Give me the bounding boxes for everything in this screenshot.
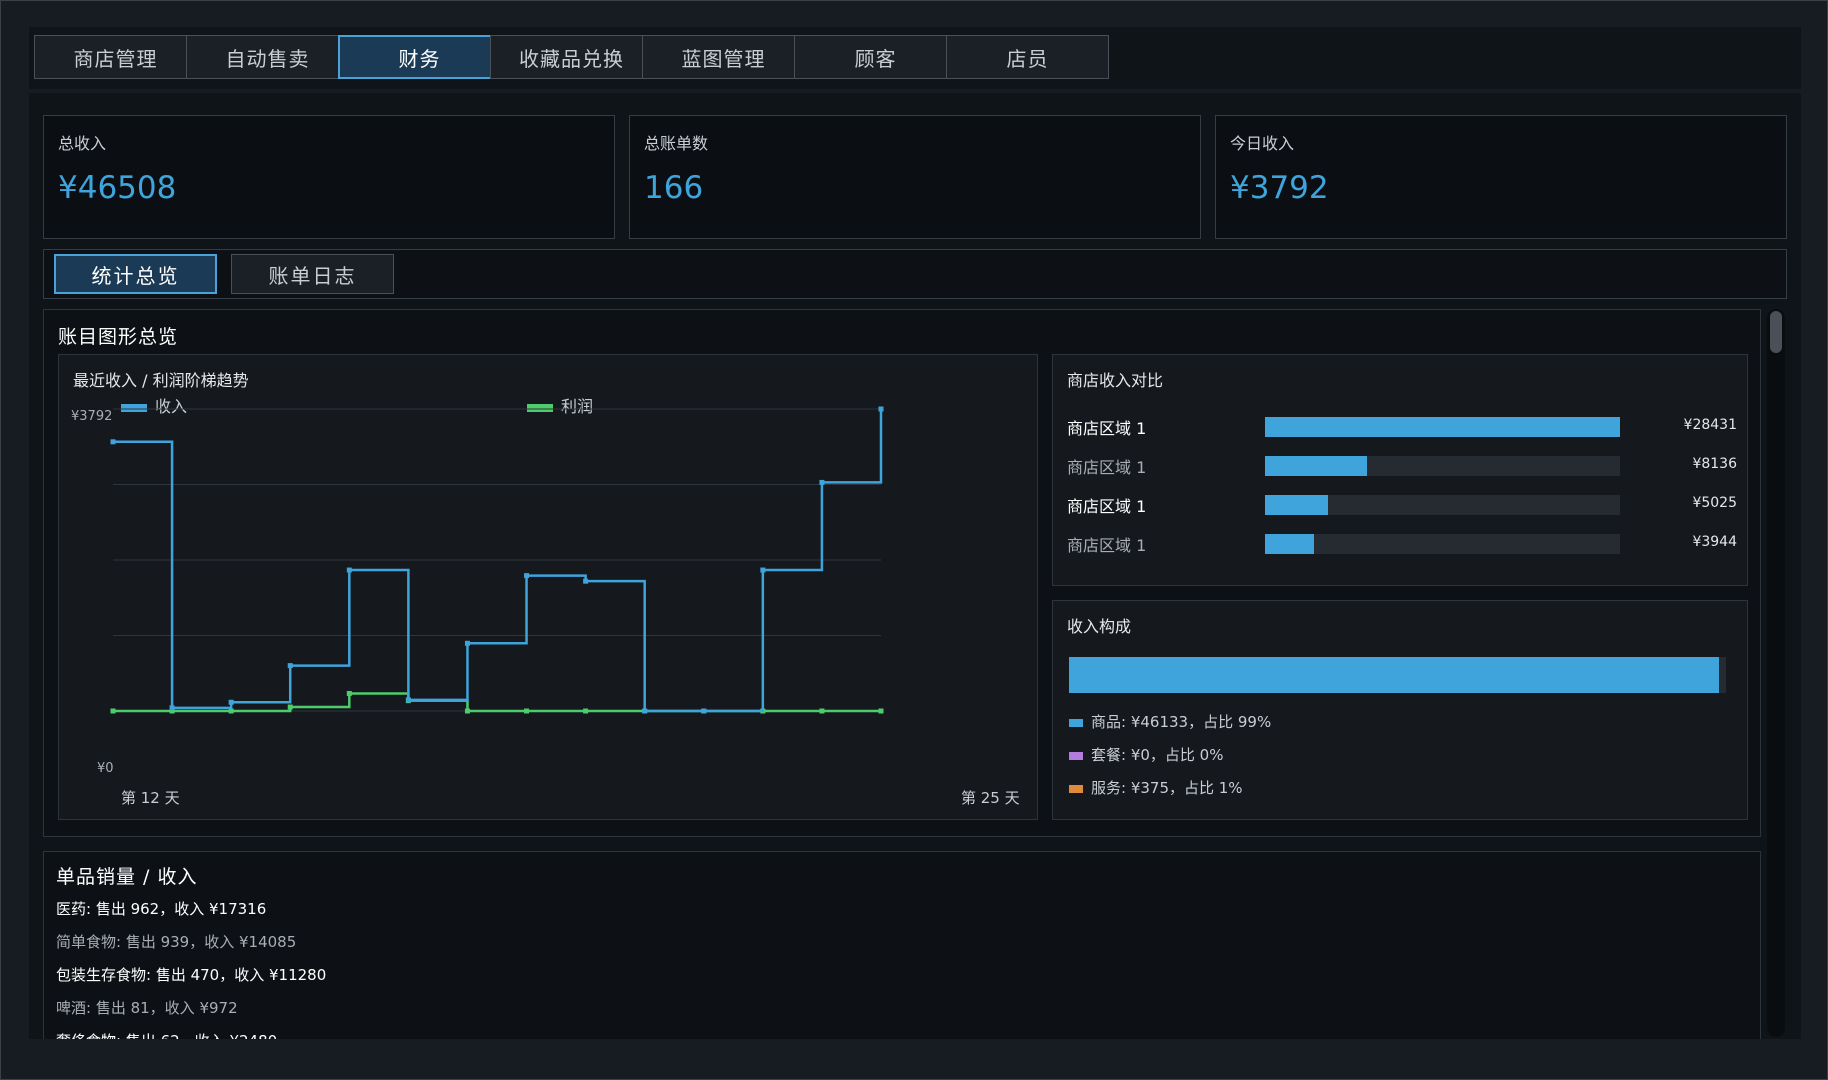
total-income-value: ¥46508	[58, 170, 177, 206]
total-bills-label: 总账单数	[644, 134, 709, 153]
income-composition-fill	[1069, 657, 1720, 693]
data-point	[110, 708, 116, 714]
trend-chart-svg	[110, 406, 884, 714]
data-point	[878, 708, 884, 714]
composition-service: 服务: ¥375，占比 1%	[1069, 777, 1243, 798]
composition-goods-swatch	[1069, 718, 1083, 727]
item-sales-row: 奢侈食物: 售出 62，收入 ¥2480	[56, 1030, 277, 1039]
data-point	[878, 406, 884, 412]
subtab-bill-log[interactable]: 账单日志	[231, 254, 394, 294]
data-point	[642, 708, 648, 714]
finance-content: 总收入 ¥46508 总账单数 166 今日收入 ¥3792 统计总览 账单日志…	[29, 93, 1801, 1039]
tab-shop-management[interactable]: 商店管理	[34, 35, 197, 79]
shop-compare-fill	[1265, 495, 1328, 515]
shop-compare-row: 商店区域 1 ¥3944	[1067, 530, 1737, 556]
shop-compare-row: 商店区域 1 ¥28431	[1067, 413, 1737, 439]
overview-section: 账目图形总览 最近收入 / 利润阶梯趋势 收入 利润 ¥3792 ¥0 第 12…	[43, 309, 1761, 837]
data-point	[110, 439, 116, 445]
shop-compare-track	[1265, 456, 1620, 476]
shop-compare-value: ¥3944	[1692, 534, 1737, 550]
total-income-card: 总收入 ¥46508	[43, 115, 615, 239]
item-sales-row: 简单食物: 售出 939，收入 ¥14085	[56, 933, 297, 951]
data-point	[819, 708, 825, 714]
shop-compare-name: 商店区域 1	[1067, 536, 1147, 555]
data-point	[464, 708, 470, 714]
composition-service-text: 服务: ¥375，占比 1%	[1091, 779, 1243, 797]
content-scrollbar[interactable]	[1767, 309, 1785, 1037]
shop-compare-value: ¥5025	[1692, 495, 1737, 511]
shop-compare-track	[1265, 417, 1620, 437]
composition-goods: 商品: ¥46133，占比 99%	[1069, 711, 1271, 732]
shop-compare-name: 商店区域 1	[1067, 458, 1147, 477]
data-point	[228, 699, 234, 705]
composition-combo: 套餐: ¥0，占比 0%	[1069, 744, 1223, 765]
item-sales-row: 包装生存食物: 售出 470，收入 ¥11280	[56, 966, 327, 984]
tab-auto-sale[interactable]: 自动售卖	[186, 35, 349, 79]
scrollbar-thumb[interactable]	[1770, 311, 1782, 353]
tab-staff[interactable]: 店员	[946, 35, 1109, 79]
total-bills-value: 166	[644, 170, 704, 206]
composition-service-swatch	[1069, 784, 1083, 793]
data-point	[524, 573, 530, 579]
tab-finance[interactable]: 财务	[338, 35, 501, 79]
data-point	[583, 578, 589, 584]
income-composition-panel: 收入构成 商品: ¥46133，占比 99% 套餐: ¥0，占比 0% 服务: …	[1052, 600, 1748, 820]
data-point	[819, 479, 825, 485]
shop-compare-value: ¥28431	[1683, 417, 1737, 433]
finance-subtabbar: 统计总览 账单日志	[43, 249, 1787, 299]
shop-compare-row: 商店区域 1 ¥5025	[1067, 491, 1737, 517]
shop-compare-name: 商店区域 1	[1067, 419, 1147, 438]
shop-compare-fill	[1265, 417, 1620, 437]
data-point	[346, 690, 352, 696]
main-tabbar: 商店管理 自动售卖 财务 收藏品兑换 蓝图管理 顾客 店员	[29, 27, 1801, 89]
item-sales-row: 啤酒: 售出 81，收入 ¥972	[56, 999, 238, 1017]
data-point	[583, 708, 589, 714]
today-income-value: ¥3792	[1230, 170, 1329, 206]
data-point	[169, 705, 175, 711]
data-point	[346, 567, 352, 573]
tab-blueprint-management[interactable]: 蓝图管理	[642, 35, 805, 79]
income-composition-bar	[1069, 657, 1726, 693]
data-point	[287, 704, 293, 710]
shop-compare-row: 商店区域 1 ¥8136	[1067, 452, 1737, 478]
tab-customers[interactable]: 顾客	[794, 35, 957, 79]
today-income-card: 今日收入 ¥3792	[1215, 115, 1787, 239]
composition-goods-text: 商品: ¥46133，占比 99%	[1091, 713, 1272, 731]
data-point	[464, 640, 470, 646]
item-sales-section: 单品销量 / 收入 医药: 售出 962，收入 ¥17316 简单食物: 售出 …	[43, 851, 1761, 1039]
total-income-label: 总收入	[58, 134, 107, 153]
subtab-statistics-overview[interactable]: 统计总览	[54, 254, 217, 294]
shop-compare-name: 商店区域 1	[1067, 497, 1147, 516]
app-window: 商店管理 自动售卖 财务 收藏品兑换 蓝图管理 顾客 店员 总收入 ¥46508…	[0, 0, 1828, 1080]
shop-compare-track	[1265, 495, 1620, 515]
data-point	[405, 697, 411, 703]
income-composition-title: 收入构成	[1067, 617, 1132, 636]
tab-collectible-exchange[interactable]: 收藏品兑换	[490, 35, 653, 79]
today-income-label: 今日收入	[1230, 134, 1295, 153]
shop-compare-fill	[1265, 534, 1315, 554]
overview-title: 账目图形总览	[58, 326, 179, 348]
composition-combo-swatch	[1069, 751, 1083, 760]
data-point	[760, 567, 766, 573]
shop-compare-panel: 商店收入对比 商店区域 1 ¥28431 商店区域 1 ¥8136 商店区域 1…	[1052, 354, 1748, 586]
data-point	[524, 708, 530, 714]
shop-compare-fill	[1265, 456, 1367, 476]
item-sales-row: 医药: 售出 962，收入 ¥17316	[56, 900, 267, 918]
composition-combo-text: 套餐: ¥0，占比 0%	[1091, 746, 1224, 764]
trend-chart-panel: 最近收入 / 利润阶梯趋势 收入 利润 ¥3792 ¥0 第 12 天 第 25…	[58, 354, 1038, 820]
data-point	[701, 708, 707, 714]
shop-compare-title: 商店收入对比	[1067, 371, 1164, 390]
total-bills-card: 总账单数 166	[629, 115, 1201, 239]
data-point	[228, 708, 234, 714]
shop-compare-track	[1265, 534, 1620, 554]
item-sales-title: 单品销量 / 收入	[56, 866, 198, 888]
shop-compare-value: ¥8136	[1692, 456, 1737, 472]
data-point	[287, 663, 293, 669]
